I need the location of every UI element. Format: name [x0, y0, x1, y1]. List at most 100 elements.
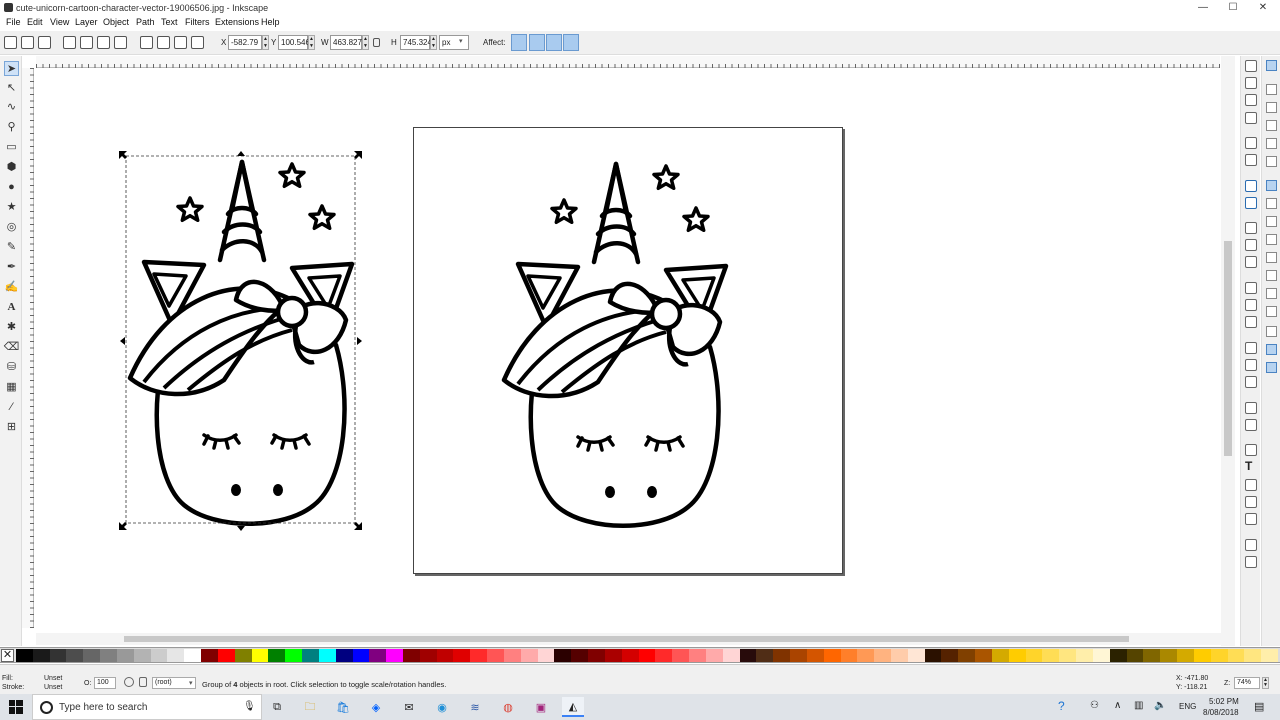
palette-swatch[interactable] — [924, 649, 942, 662]
palette-swatch[interactable] — [49, 649, 67, 662]
app-icon-purple[interactable]: ▣ — [530, 697, 552, 717]
fill-stroke-icon[interactable] — [1245, 444, 1257, 456]
fill-value[interactable]: Unset — [44, 675, 62, 682]
open-icon[interactable] — [1245, 77, 1257, 89]
redo-icon[interactable] — [1245, 197, 1257, 209]
unicorn-group-page[interactable] — [504, 164, 726, 526]
palette-swatch[interactable] — [655, 649, 673, 662]
palette-swatch[interactable] — [520, 649, 539, 662]
zoom-selection-icon[interactable] — [1245, 282, 1257, 294]
app-icon-wave[interactable]: ≋ — [464, 697, 486, 717]
palette-swatch[interactable] — [1227, 649, 1245, 662]
app-icon-blue[interactable]: ◉ — [431, 697, 453, 717]
palette-swatch[interactable] — [638, 649, 656, 662]
palette-swatch[interactable] — [1008, 649, 1027, 662]
horizontal-scroll-thumb[interactable] — [124, 636, 1129, 642]
inkscape-taskbar-icon[interactable]: ◭ — [562, 697, 584, 717]
palette-swatch[interactable] — [217, 649, 236, 662]
palette-swatch[interactable] — [369, 649, 387, 662]
clock-date[interactable]: 8/08/2018 — [1203, 708, 1239, 717]
paste-icon[interactable] — [1245, 256, 1257, 268]
palette-swatch[interactable] — [739, 649, 757, 662]
unicorn-group-selected[interactable] — [130, 162, 352, 524]
zoom-spinner[interactable]: ▲ ▼ — [1262, 677, 1269, 689]
undo-icon[interactable] — [1245, 180, 1257, 192]
palette-swatch[interactable] — [554, 649, 572, 662]
text-font-icon[interactable]: T — [1245, 459, 1252, 473]
snap-bbox-edges-icon[interactable] — [1266, 102, 1277, 113]
layer-select[interactable]: (root) ▾ — [152, 677, 196, 689]
palette-swatch[interactable] — [571, 649, 589, 662]
group-icon[interactable] — [1245, 402, 1257, 414]
palette-swatch[interactable] — [621, 649, 640, 662]
palette-swatch[interactable] — [318, 649, 337, 662]
palette-swatch[interactable] — [1076, 649, 1094, 662]
palette-swatch[interactable] — [1143, 649, 1161, 662]
palette-swatch[interactable] — [268, 649, 286, 662]
clone-icon[interactable] — [1245, 359, 1257, 371]
palette-swatch[interactable] — [588, 649, 606, 662]
stroke-value[interactable]: Unset — [44, 684, 62, 691]
palette-swatch[interactable] — [958, 649, 976, 662]
palette-swatch[interactable] — [251, 649, 269, 662]
palette-swatch[interactable] — [116, 649, 135, 662]
palette-swatch[interactable] — [201, 649, 219, 662]
snap-guides-icon[interactable] — [1266, 362, 1277, 373]
palette-swatch[interactable] — [487, 649, 505, 662]
palette-swatch[interactable] — [1042, 649, 1060, 662]
palette-swatch[interactable] — [133, 649, 152, 662]
palette-swatch[interactable] — [790, 649, 808, 662]
palette-swatch[interactable] — [386, 649, 404, 662]
palette-swatch[interactable] — [756, 649, 774, 662]
palette-swatch[interactable] — [806, 649, 825, 662]
snap-bbox-centers-icon[interactable] — [1266, 156, 1277, 167]
new-document-icon[interactable] — [1245, 60, 1257, 72]
visibility-toggle-icon[interactable] — [124, 677, 134, 687]
dropbox-icon[interactable]: ◈ — [365, 697, 387, 717]
palette-swatch[interactable] — [1210, 649, 1228, 662]
palette-swatch[interactable] — [941, 649, 959, 662]
palette-swatch[interactable] — [419, 649, 438, 662]
palette-swatch[interactable] — [991, 649, 1010, 662]
palette-swatch[interactable] — [689, 649, 707, 662]
task-view-icon[interactable]: ⧉ — [266, 697, 288, 717]
document-properties-icon[interactable] — [1245, 556, 1257, 568]
action-center-icon[interactable]: ▤ — [1254, 700, 1264, 713]
align-distribute-icon[interactable] — [1245, 513, 1257, 525]
chrome-icon[interactable]: ◍ — [497, 697, 519, 717]
palette-swatch[interactable] — [436, 649, 454, 662]
help-tray-icon[interactable]: ? — [1058, 699, 1065, 713]
print-icon[interactable] — [1245, 112, 1257, 124]
palette-swatch[interactable] — [874, 649, 892, 662]
mail-icon[interactable]: ✉ — [398, 697, 420, 717]
copy-icon[interactable] — [1245, 222, 1257, 234]
cut-icon[interactable] — [1245, 239, 1257, 251]
palette-swatch[interactable] — [1261, 649, 1279, 662]
palette-swatch[interactable] — [1177, 649, 1195, 662]
palette-swatch[interactable] — [1025, 649, 1043, 662]
palette-swatch[interactable] — [352, 649, 370, 662]
palette-swatch[interactable] — [1160, 649, 1178, 662]
unlink-clone-icon[interactable] — [1245, 376, 1257, 388]
palette-swatch[interactable] — [773, 649, 791, 662]
palette-swatch[interactable] — [1193, 649, 1212, 662]
store-icon[interactable]: 🛍 — [332, 697, 354, 717]
duplicate-icon[interactable] — [1245, 342, 1257, 354]
snap-centers-icon[interactable] — [1266, 288, 1277, 299]
snap-bbox-icon[interactable] — [1266, 84, 1277, 95]
palette-swatch[interactable] — [857, 649, 875, 662]
palette-swatch[interactable] — [1059, 649, 1077, 662]
snap-toggle-icon[interactable] — [1266, 60, 1277, 71]
volume-icon[interactable]: 🔈 — [1154, 700, 1166, 711]
palette-swatch[interactable] — [1126, 649, 1144, 662]
microphone-icon[interactable]: 🎙 — [243, 701, 256, 712]
palette-swatch[interactable] — [975, 649, 993, 662]
taskbar-search-box[interactable]: Type here to search 🎙 — [32, 694, 262, 720]
import-icon[interactable] — [1245, 137, 1257, 149]
horizontal-scrollbar[interactable] — [36, 633, 1226, 645]
network-icon[interactable]: ▥ — [1134, 700, 1143, 711]
palette-swatch[interactable] — [302, 649, 320, 662]
layer-lock-icon[interactable] — [139, 677, 147, 687]
file-explorer-icon[interactable]: 🗀 — [299, 697, 321, 717]
palette-swatch[interactable] — [1092, 649, 1111, 662]
